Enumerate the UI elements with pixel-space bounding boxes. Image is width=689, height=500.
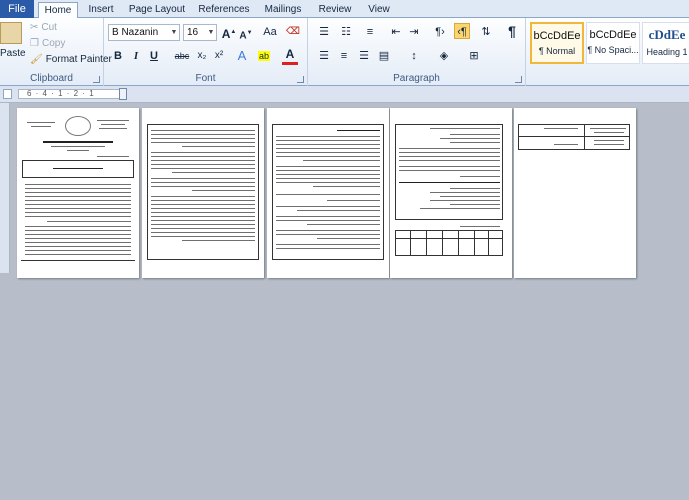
ltr-direction-icon[interactable]: ¶› xyxy=(432,24,448,40)
page-2-thumbnail[interactable] xyxy=(142,108,264,278)
paragraph-group-label: Paragraph xyxy=(393,73,440,84)
shrink-font-icon: A xyxy=(239,30,247,42)
tab-home[interactable]: Home xyxy=(38,2,78,19)
style-no-spacing-sample: bCcDdEe xyxy=(589,29,637,41)
style-normal-name: ¶ Normal xyxy=(538,46,576,56)
underline-button[interactable]: U xyxy=(146,48,162,64)
subscript-button[interactable]: x₂ xyxy=(194,48,210,64)
chevron-down-icon: ▼ xyxy=(170,29,178,36)
horizontal-ruler[interactable]: 6 · 4 · 1 · 2 · 1 xyxy=(0,86,689,103)
tab-view[interactable]: View xyxy=(363,2,395,18)
bold-button[interactable]: B xyxy=(110,48,126,64)
style-no-spacing[interactable]: bCcDdEe ¶ No Spaci... xyxy=(586,22,640,64)
bullets-icon[interactable]: ☰ xyxy=(316,24,332,40)
scissors-icon: ✂ xyxy=(30,22,39,33)
style-normal-sample: bCcDdEe xyxy=(533,30,581,42)
font-name-combo[interactable]: B Nazanin ▼ xyxy=(108,24,180,41)
page-4-table xyxy=(395,230,503,256)
paste-button[interactable]: Paste xyxy=(0,48,26,59)
highlight-icon[interactable]: ab xyxy=(256,48,272,64)
grow-font-button[interactable]: A▲ xyxy=(221,24,237,41)
shrink-font-button[interactable]: A▼ xyxy=(238,25,254,41)
tab-selector-icon[interactable] xyxy=(3,89,12,99)
change-case-button[interactable]: Aa xyxy=(260,24,280,40)
title-box xyxy=(22,160,134,178)
paragraph-launcher-icon[interactable] xyxy=(515,76,522,83)
tab-insert[interactable]: Insert xyxy=(83,2,119,18)
style-heading-1[interactable]: cDdEe Heading 1 xyxy=(642,22,689,64)
page-1-thumbnail[interactable] xyxy=(17,108,139,278)
ribbon: Paste ✂ Cut ❐ Copy 🖌 Format Painter Clipboa… xyxy=(0,18,689,86)
font-size-combo[interactable]: 16 ▼ xyxy=(183,24,217,41)
clipboard-group-label: Clipboard xyxy=(30,73,73,84)
clipboard-group: Paste ✂ Cut ❐ Copy 🖌 Format Painter Clipboa… xyxy=(0,18,112,86)
copy-icon: ❐ xyxy=(30,38,39,49)
tab-file[interactable]: File xyxy=(0,0,34,18)
style-heading-1-name: Heading 1 xyxy=(646,47,688,57)
tab-mailings[interactable]: Mailings xyxy=(260,2,306,18)
borders-icon[interactable]: ⊞ xyxy=(466,48,482,64)
clipboard-launcher-icon[interactable] xyxy=(93,76,100,83)
style-normal[interactable]: bCcDdEe ¶ Normal xyxy=(530,22,584,64)
indent-marker-icon[interactable] xyxy=(119,88,127,100)
sort-icon[interactable]: ⇅ xyxy=(478,24,494,40)
tab-references[interactable]: References xyxy=(196,2,252,18)
document-workspace[interactable] xyxy=(0,103,689,500)
cut-button[interactable]: ✂ Cut xyxy=(30,22,57,33)
change-case-icon: Aa xyxy=(263,26,277,38)
multilevel-list-icon[interactable]: ≡ xyxy=(362,24,378,40)
page-5-thumbnail[interactable] xyxy=(514,108,636,278)
format-painter-label: Format Painter xyxy=(45,54,112,65)
text-effects-icon[interactable]: A xyxy=(234,48,250,64)
align-center-icon[interactable]: ≡ xyxy=(336,48,352,64)
font-color-icon[interactable]: A xyxy=(282,48,298,65)
paste-icon[interactable] xyxy=(0,22,22,44)
italic-button[interactable]: I xyxy=(128,48,144,64)
style-no-spacing-name: ¶ No Spaci... xyxy=(587,45,639,55)
line-spacing-icon[interactable]: ↕ xyxy=(406,48,422,64)
vertical-ruler[interactable] xyxy=(0,103,10,273)
font-group: B Nazanin ▼ 16 ▼ A▲ A▼ Aa ⌫ B I U abc x₂… xyxy=(104,18,308,86)
justify-icon[interactable]: ▤ xyxy=(376,48,392,64)
format-painter-button[interactable]: 🖌 Format Painter xyxy=(30,54,112,65)
superscript-button[interactable]: x² xyxy=(211,48,227,64)
font-size-value: 16 xyxy=(187,27,199,38)
paintbrush-icon: 🖌 xyxy=(30,54,43,65)
page-3-thumbnail[interactable] xyxy=(267,108,389,278)
align-left-icon[interactable]: ☰ xyxy=(316,48,332,64)
ruler-track: 6 · 4 · 1 · 2 · 1 xyxy=(18,89,126,99)
rtl-direction-icon[interactable]: ‹¶ xyxy=(454,23,470,39)
copy-label: Copy xyxy=(41,38,66,49)
numbering-icon[interactable]: ☷ xyxy=(338,24,354,40)
font-group-label: Font xyxy=(195,73,216,84)
cut-label: Cut xyxy=(41,22,57,33)
copy-button[interactable]: ❐ Copy xyxy=(30,38,65,49)
tab-review[interactable]: Review xyxy=(314,2,356,18)
style-heading-1-sample: cDdEe xyxy=(648,27,686,42)
increase-indent-icon[interactable]: ⇥ xyxy=(406,24,422,40)
chevron-down-icon: ▼ xyxy=(207,29,215,36)
styles-group: bCcDdEe ¶ Normal bCcDdEe ¶ No Spaci... c… xyxy=(526,18,689,86)
font-launcher-icon[interactable] xyxy=(297,76,304,83)
align-right-icon[interactable]: ☰ xyxy=(356,48,372,64)
clear-formatting-icon[interactable]: ⌫ xyxy=(285,24,301,40)
strikethrough-button[interactable]: abc xyxy=(172,48,192,64)
ribbon-tab-bar: File Home Insert Page Layout References … xyxy=(0,0,689,19)
shading-icon[interactable]: ◈ xyxy=(436,48,452,64)
decrease-indent-icon[interactable]: ⇤ xyxy=(388,24,404,40)
paragraph-group: ☰ ☷ ≡ ⇤ ⇥ ¶› ‹¶ ⇅ ¶ ☰ ≡ ☰ ▤ ↕ ◈ ⊞ Paragr… xyxy=(308,18,526,86)
font-name-value: B Nazanin xyxy=(112,27,159,38)
university-logo-icon xyxy=(65,116,91,136)
tab-page-layout[interactable]: Page Layout xyxy=(128,2,186,18)
page-4-thumbnail[interactable] xyxy=(390,108,512,278)
show-hide-button[interactable]: ¶ xyxy=(504,23,520,39)
